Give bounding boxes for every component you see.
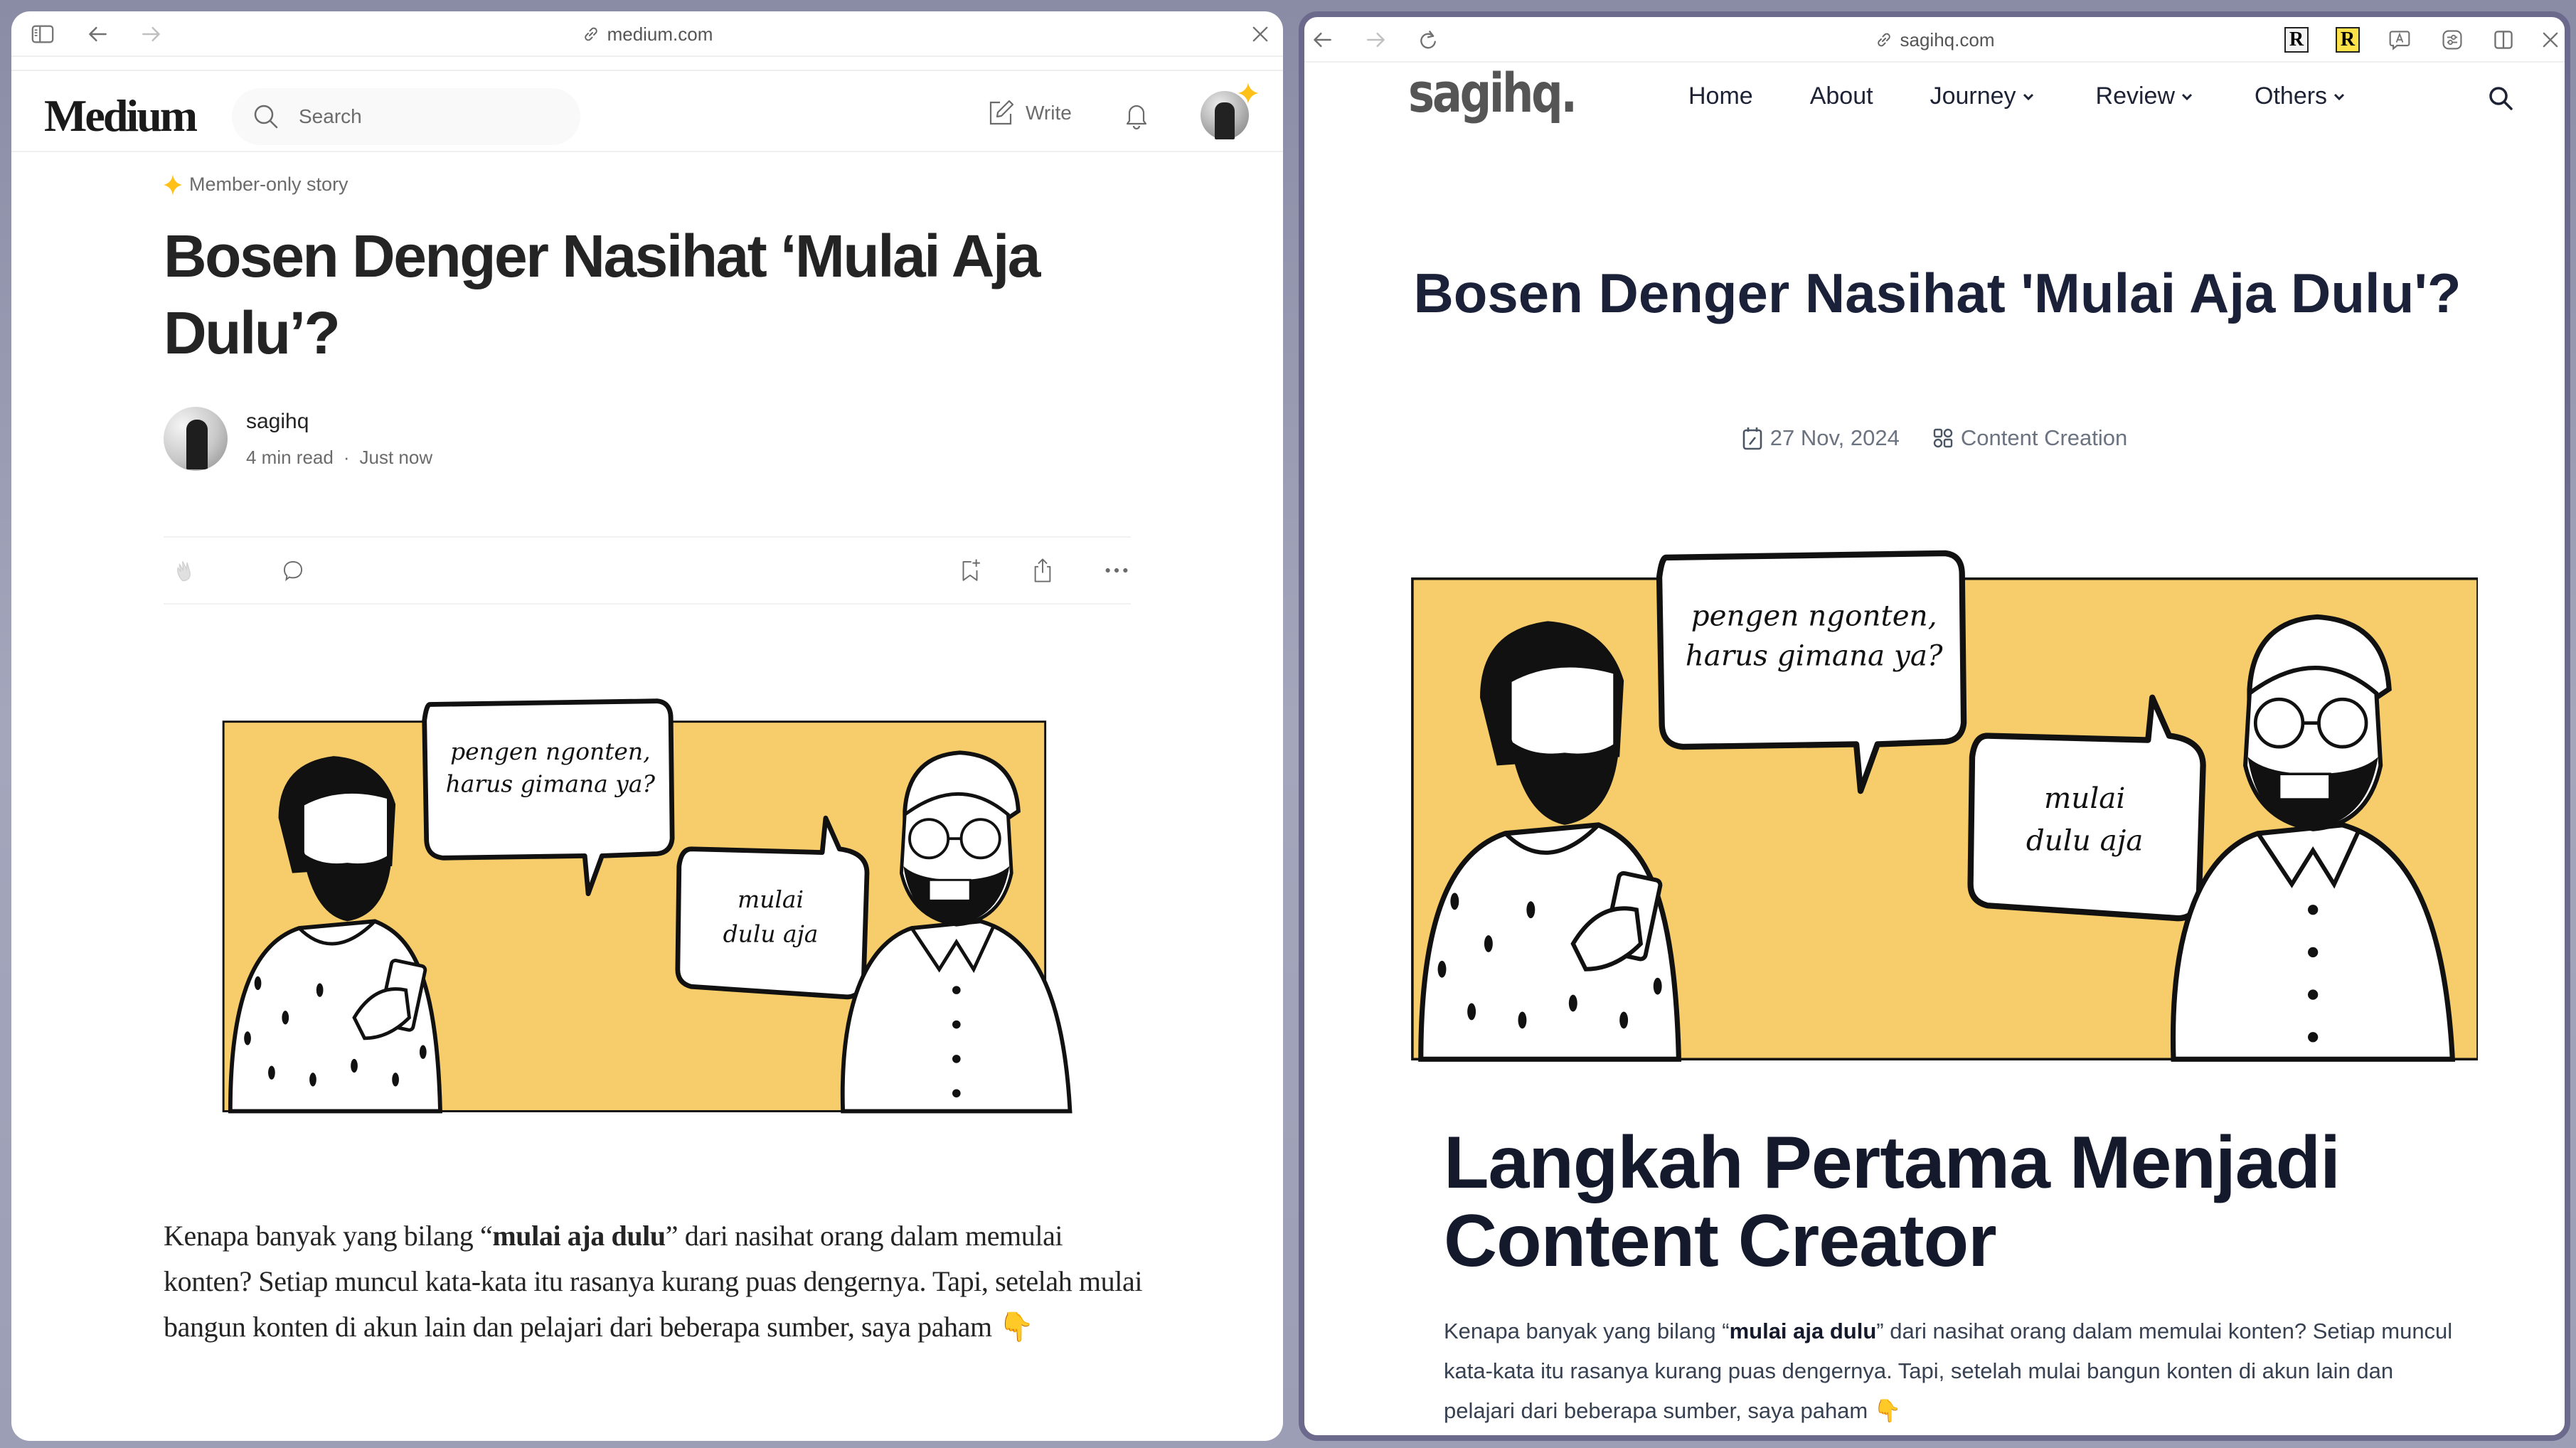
write-label: Write: [1026, 102, 1072, 124]
settings-sliders-icon[interactable]: [2439, 27, 2465, 53]
author-name[interactable]: sagihq: [246, 410, 432, 434]
close-icon[interactable]: [1247, 21, 1273, 47]
link-icon: [584, 27, 597, 41]
article-title: Bosen Denger Nasihat ‘Mulai Aja Dulu’?: [164, 223, 1041, 366]
nav-review-label: Review: [2095, 82, 2176, 110]
bubble-right-line2: dulu aja: [2026, 824, 2143, 858]
extension-r-icon[interactable]: R: [2284, 27, 2309, 53]
write-button[interactable]: Write: [986, 98, 1072, 128]
url-text: medium.com: [607, 23, 713, 45]
chevron-down-icon: [2334, 93, 2345, 100]
search-box[interactable]: [232, 88, 580, 145]
bubble-right-line2: dulu aja: [723, 920, 819, 947]
nav-about-label: About: [1809, 82, 1873, 110]
bubble-left-line1: pengen ngonten,: [1691, 598, 1937, 632]
post-category[interactable]: Content Creation: [1932, 425, 2127, 451]
comment-icon[interactable]: [277, 555, 309, 586]
nav-others[interactable]: Others: [2255, 82, 2347, 110]
calendar-edit-icon: [1742, 427, 1762, 450]
bubble-right-line1: mulai: [738, 885, 804, 913]
browser-window-medium: medium.com Medium Write Member-only stor…: [11, 11, 1283, 1441]
nav-journey[interactable]: Journey: [1930, 82, 2036, 110]
notifications-bell-icon[interactable]: [1121, 100, 1152, 131]
bookmark-add-icon[interactable]: [954, 555, 986, 586]
body-text-start: Kenapa banyak yang bilang “: [1444, 1319, 1730, 1343]
bubble-left-line1: pengen ngonten,: [450, 738, 650, 765]
clap-icon[interactable]: [172, 555, 203, 586]
nav-about[interactable]: About: [1810, 82, 1873, 110]
nav-journey-label: Journey: [1930, 82, 2016, 110]
chevron-down-icon: [2181, 93, 2193, 100]
author-block: sagihq 4 min read · Just now: [164, 407, 432, 471]
medium-logo[interactable]: Medium: [44, 90, 198, 142]
member-only-badge: Member-only story: [164, 174, 348, 196]
nav-others-label: Others: [2255, 82, 2328, 110]
address-bar[interactable]: sagihq.com: [1304, 17, 2565, 63]
bubble-left-line2: harus gimana ya?: [446, 770, 656, 797]
browser-toolbar: medium.com: [11, 11, 1283, 57]
site-logo[interactable]: sagihq.: [1408, 61, 1577, 124]
article-illustration: pengen ngonten, harus gimana ya? mulai d…: [222, 698, 1073, 1114]
url-text: sagihq.com: [1900, 28, 1995, 50]
search-icon[interactable]: [2486, 84, 2515, 112]
read-time: 4 min read: [246, 446, 334, 468]
article-body-paragraph: Kenapa banyak yang bilang “mulai aja dul…: [1444, 1311, 2454, 1431]
member-only-label: Member-only story: [189, 174, 348, 195]
translate-icon[interactable]: [2387, 27, 2412, 53]
chevron-down-icon: [2023, 93, 2033, 100]
author-avatar[interactable]: [164, 407, 228, 471]
more-options-icon[interactable]: [1101, 555, 1132, 586]
article-meta: 27 Nov, 2024 Content Creation: [1304, 425, 2565, 451]
article-illustration: pengen ngonten, harus gimana ya? mulai d…: [1411, 550, 2478, 1062]
bubble-left-line2: harus gimana ya?: [1686, 638, 1943, 672]
medium-header: Medium Write: [11, 73, 1283, 152]
section-heading: Langkah Pertama Menjadi Content Creator: [1444, 1122, 2341, 1282]
close-icon[interactable]: [2538, 27, 2563, 53]
member-star-icon: [164, 174, 182, 196]
post-date-text: 27 Nov, 2024: [1769, 425, 1900, 450]
article-title: Bosen Denger Nasihat 'Mulai Aja Dulu'?: [1413, 262, 2461, 324]
site-header: sagihq. Home About Journey Review Others: [1304, 61, 2565, 135]
link-icon: [1877, 33, 1890, 47]
article-body-paragraph: Kenapa banyak yang bilang “mulai aja dul…: [164, 1213, 1145, 1350]
browser-window-sagihq: sagihq.com R R sagihq. Home About Journe…: [1299, 11, 2570, 1441]
category-grid-icon: [1933, 428, 1953, 448]
body-text-bold: mulai aja dulu: [492, 1220, 666, 1252]
nav-review[interactable]: Review: [2096, 82, 2195, 110]
body-text-bold: mulai aja dulu: [1729, 1319, 1877, 1343]
write-icon: [989, 100, 1014, 125]
meta-separator: ·: [343, 446, 350, 468]
extension-r-highlight-icon[interactable]: R: [2336, 27, 2360, 53]
bubble-right-line1: mulai: [2044, 781, 2125, 815]
avatar-figure: [1215, 102, 1235, 139]
post-category-text: Content Creation: [1960, 425, 2128, 450]
user-avatar[interactable]: [1201, 82, 1259, 139]
browser-toolbar: sagihq.com R R: [1304, 17, 2565, 63]
main-nav: Home About Journey Review Others: [1688, 82, 2347, 110]
split-view-icon[interactable]: [2491, 27, 2516, 53]
search-icon: [254, 105, 278, 129]
nav-home-label: Home: [1688, 82, 1753, 110]
search-input[interactable]: [299, 105, 555, 128]
nav-home[interactable]: Home: [1688, 82, 1753, 110]
toolbar-divider: [11, 58, 1283, 71]
publish-time: Just now: [359, 446, 433, 468]
share-icon[interactable]: [1027, 555, 1058, 586]
address-bar[interactable]: medium.com: [11, 11, 1283, 57]
body-text-start: Kenapa banyak yang bilang “: [164, 1220, 493, 1252]
post-date: 27 Nov, 2024: [1742, 425, 1900, 451]
member-star-icon: [1238, 82, 1259, 104]
article-action-bar: [164, 536, 1131, 605]
